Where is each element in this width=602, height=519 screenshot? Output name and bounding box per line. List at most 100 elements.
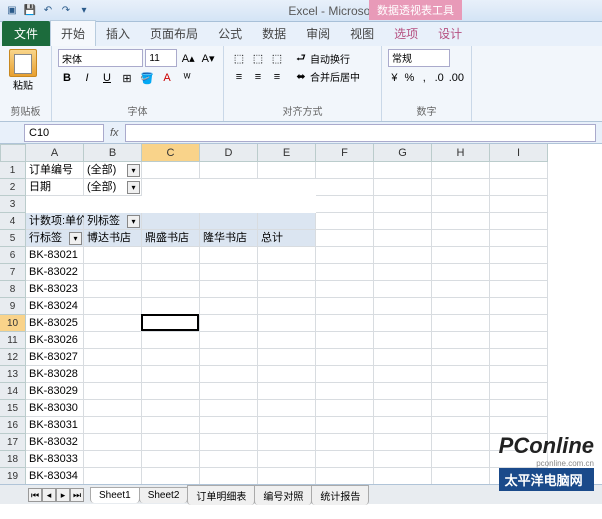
cell-B5[interactable]: 博达书店 [84,230,142,247]
filter-dropdown[interactable]: ▾ [127,215,140,228]
row-header-5[interactable]: 5 [0,230,26,247]
comma-icon[interactable]: , [418,69,431,87]
sheet-tab-1[interactable]: Sheet1 [90,487,140,503]
row-header-10[interactable]: 10 [0,315,26,332]
col-header-B[interactable]: B [84,144,142,162]
underline-button[interactable]: U [98,69,116,87]
formula-bar[interactable] [125,124,596,142]
decrease-font-icon[interactable]: A▾ [199,49,217,67]
sheet-nav-last-icon[interactable]: ⏭ [70,488,84,502]
cell-A19[interactable]: BK-83034 [26,468,84,484]
cell-A14[interactable]: BK-83029 [26,383,84,400]
save-icon[interactable]: 💾 [22,3,38,19]
sheet-nav-prev-icon[interactable]: ◂ [42,488,56,502]
sheet-nav-first-icon[interactable]: ⏮ [28,488,42,502]
col-header-G[interactable]: G [374,144,432,162]
align-top-icon[interactable]: ⬚ [230,49,248,67]
row-header-16[interactable]: 16 [0,417,26,434]
tab-review[interactable]: 审阅 [296,21,340,46]
align-middle-icon[interactable]: ⬚ [249,49,267,67]
tab-home[interactable]: 开始 [50,20,96,46]
border-button[interactable]: ⊞ [118,69,136,87]
filter-dropdown[interactable]: ▾ [127,181,140,194]
wrap-text-label[interactable]: 自动换行 [310,51,350,66]
phonetic-button[interactable]: ᵂ [178,69,196,87]
cell-A17[interactable]: BK-83032 [26,434,84,451]
row-header-1[interactable]: 1 [0,162,26,179]
font-color-button[interactable]: A [158,69,176,87]
italic-button[interactable]: I [78,69,96,87]
cell-A12[interactable]: BK-83027 [26,349,84,366]
name-box[interactable]: C10 [24,124,104,142]
tab-design[interactable]: 设计 [428,21,472,46]
row-header-14[interactable]: 14 [0,383,26,400]
row-header-18[interactable]: 18 [0,451,26,468]
col-header-C[interactable]: C [142,144,200,162]
increase-decimal-icon[interactable]: .0 [433,69,446,87]
tab-file[interactable]: 文件 [2,21,50,46]
tab-data[interactable]: 数据 [252,21,296,46]
row-header-4[interactable]: 4 [0,213,26,230]
merge-icon[interactable]: ⬌ [292,67,310,85]
row-header-13[interactable]: 13 [0,366,26,383]
decrease-decimal-icon[interactable]: .00 [448,69,465,87]
col-header-A[interactable]: A [26,144,84,162]
cell-A8[interactable]: BK-83023 [26,281,84,298]
cell-A10[interactable]: BK-83025 [26,315,84,332]
sheet-tab-2[interactable]: Sheet2 [139,487,189,503]
cell-C5[interactable]: 鼎盛书店 [142,230,200,247]
select-all-corner[interactable] [0,144,26,162]
row-header-19[interactable]: 19 [0,468,26,484]
cell-A2[interactable]: 日期 [26,179,84,196]
bold-button[interactable]: B [58,69,76,87]
row-header-17[interactable]: 17 [0,434,26,451]
sheet-tab-4[interactable]: 编号对照 [254,485,312,505]
cell-A9[interactable]: BK-83024 [26,298,84,315]
cell-A4[interactable]: 计数项:单价 [26,213,84,230]
cell-A7[interactable]: BK-83022 [26,264,84,281]
row-header-8[interactable]: 8 [0,281,26,298]
col-header-F[interactable]: F [316,144,374,162]
row-header-9[interactable]: 9 [0,298,26,315]
row-header-2[interactable]: 2 [0,179,26,196]
cell-A6[interactable]: BK-83021 [26,247,84,264]
fx-icon[interactable]: fx [110,127,119,139]
cell-A13[interactable]: BK-83028 [26,366,84,383]
font-size-combo[interactable]: 11 [145,49,177,67]
col-header-D[interactable]: D [200,144,258,162]
cell-D4[interactable] [200,213,258,230]
row-header-15[interactable]: 15 [0,400,26,417]
undo-icon[interactable]: ↶ [40,3,56,19]
tab-layout[interactable]: 页面布局 [140,21,208,46]
cell-A16[interactable]: BK-83031 [26,417,84,434]
align-right-icon[interactable]: ≡ [268,68,286,86]
sheet-nav-next-icon[interactable]: ▸ [56,488,70,502]
cell-A1[interactable]: 订单编号 [26,162,84,179]
redo-icon[interactable]: ↷ [58,3,74,19]
row-header-11[interactable]: 11 [0,332,26,349]
number-format-combo[interactable]: 常规 [388,49,450,67]
font-name-combo[interactable]: 宋体 [58,49,143,67]
row-header-3[interactable]: 3 [0,196,26,213]
tab-options[interactable]: 选项 [384,21,428,46]
cell-E5[interactable]: 总计 [258,230,316,247]
align-bottom-icon[interactable]: ⬚ [268,49,286,67]
filter-dropdown[interactable]: ▾ [69,232,82,245]
qat-dropdown-icon[interactable]: ▾ [76,3,92,19]
row-header-12[interactable]: 12 [0,349,26,366]
tab-formulas[interactable]: 公式 [208,21,252,46]
align-center-icon[interactable]: ≡ [249,68,267,86]
sheet-tab-5[interactable]: 统计报告 [311,485,369,505]
col-header-I[interactable]: I [490,144,548,162]
cell-C4[interactable] [142,213,200,230]
fill-color-button[interactable]: 🪣 [138,69,156,87]
paste-button[interactable]: 粘贴 [6,49,40,92]
cell-E4[interactable] [258,213,316,230]
tab-view[interactable]: 视图 [340,21,384,46]
currency-icon[interactable]: ¥ [388,69,401,87]
percent-icon[interactable]: % [403,69,416,87]
tab-insert[interactable]: 插入 [96,21,140,46]
row-header-6[interactable]: 6 [0,247,26,264]
increase-font-icon[interactable]: A▴ [179,49,197,67]
cell-A15[interactable]: BK-83030 [26,400,84,417]
